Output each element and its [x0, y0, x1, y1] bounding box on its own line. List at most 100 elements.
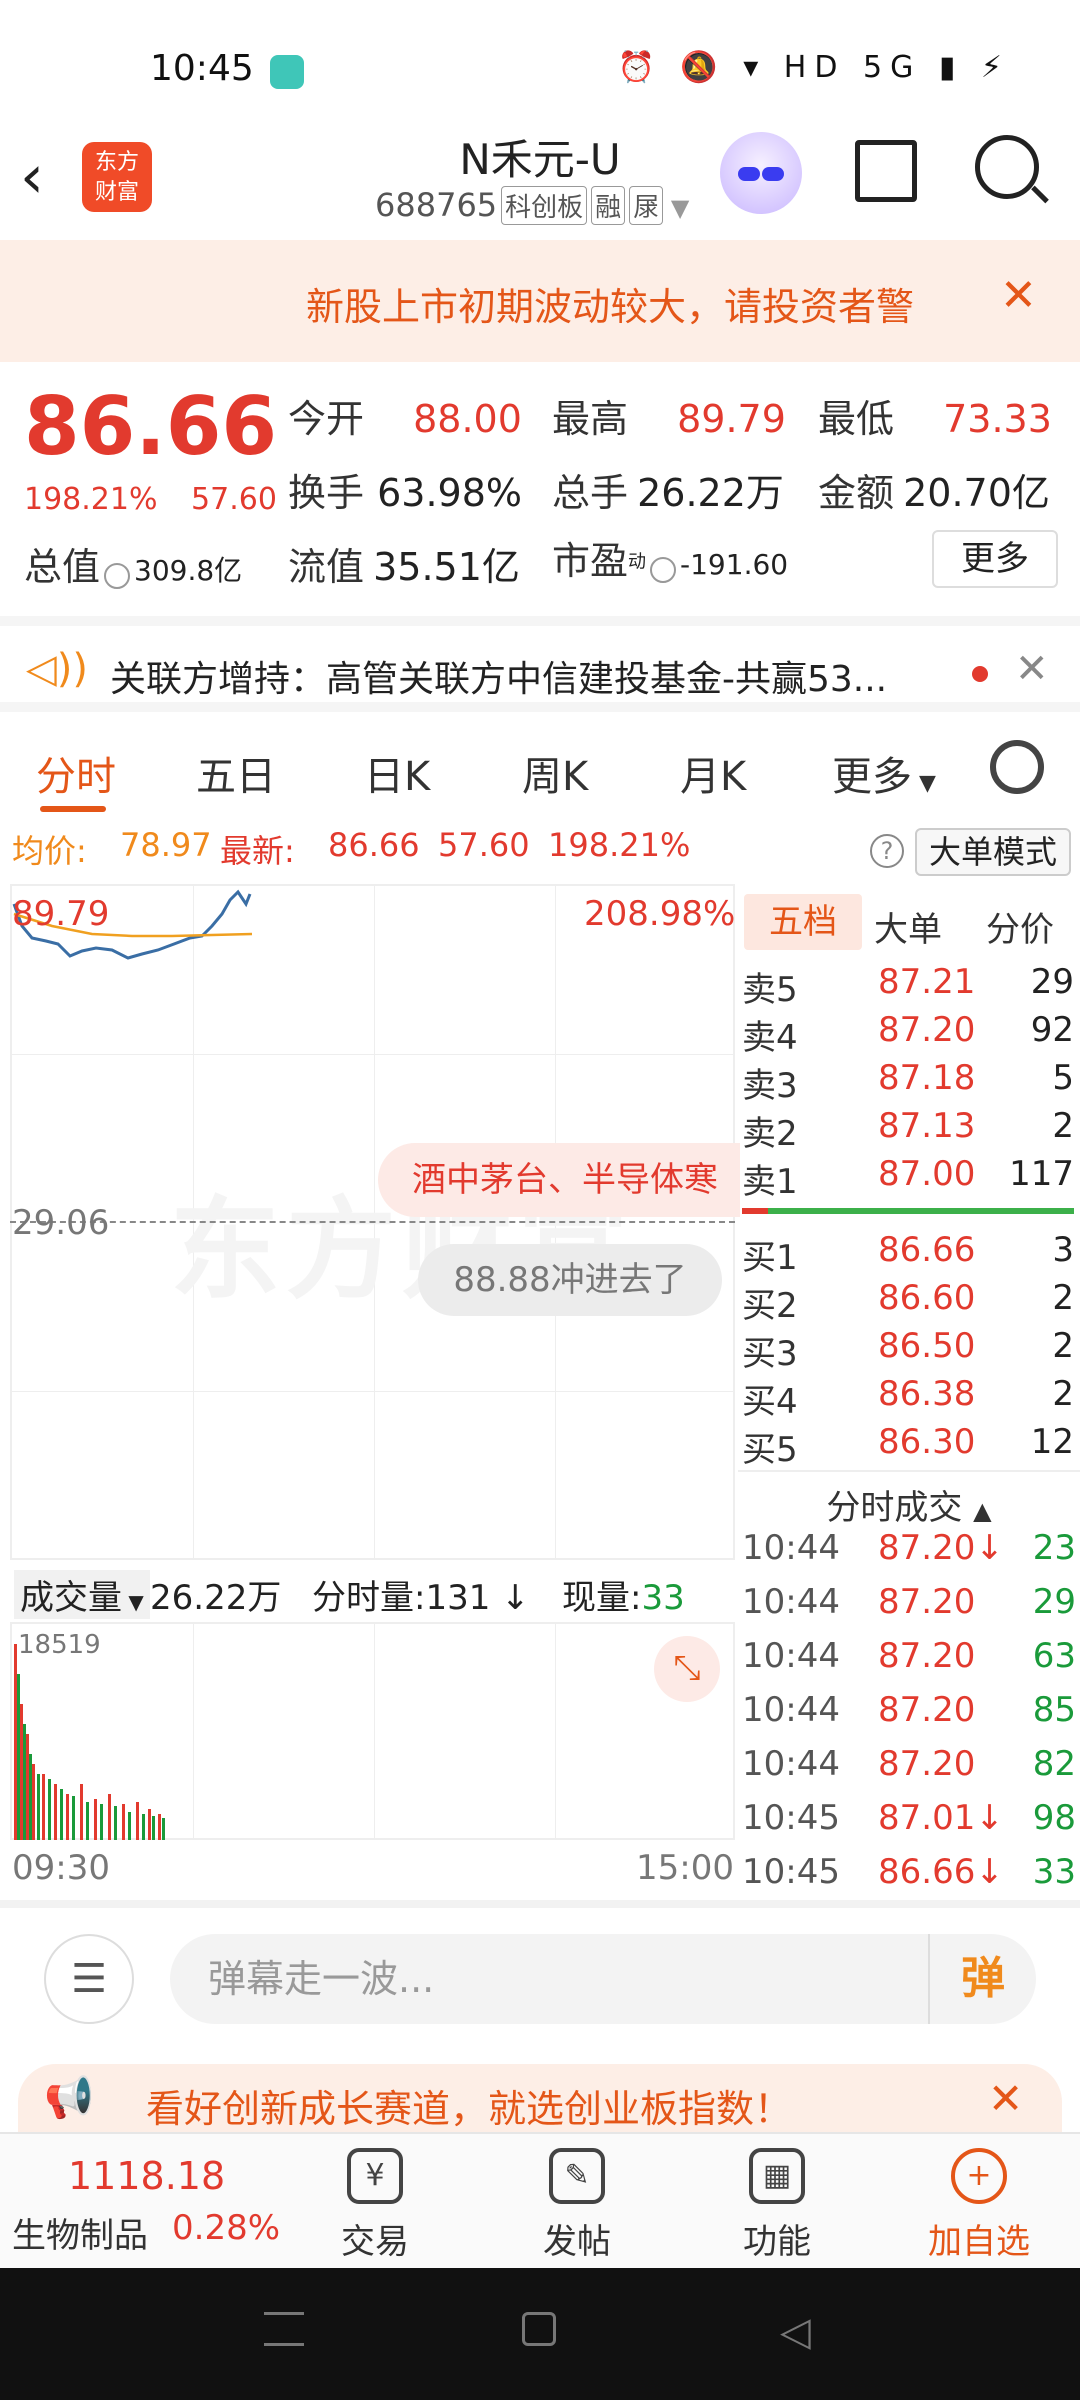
chart-high-label: 89.79: [12, 894, 110, 934]
stock-code: 688765: [375, 186, 498, 224]
bid-row[interactable]: 买1 86.66 3: [742, 1230, 1074, 1278]
current-price: 86.66: [24, 380, 278, 473]
ask-row[interactable]: 卖5 87.21 29: [742, 962, 1074, 1010]
info-icon[interactable]: [104, 562, 131, 589]
time-end-label: 15:00: [636, 1848, 734, 1888]
plus-icon: +: [951, 2148, 1007, 2204]
ask-row[interactable]: 卖4 87.20 92: [742, 1010, 1074, 1058]
trade-row: 10:44 87.20↓ 23: [742, 1528, 1076, 1568]
bid-ask-ratio-bar: [742, 1208, 1074, 1214]
stock-code-row[interactable]: 688765 科创板融㞗 ▼: [375, 186, 689, 225]
nav-trade[interactable]: ¥ 交易: [310, 2134, 440, 2263]
bid-row[interactable]: 买2 86.60 2: [742, 1278, 1074, 1326]
close-icon[interactable]: ✕: [988, 2074, 1023, 2123]
tab-5day[interactable]: 五日: [196, 744, 276, 802]
help-icon[interactable]: ?: [870, 834, 904, 868]
chart-tabs: 分时 五日 日K 周K 月K 更多 ▼: [0, 722, 1080, 812]
sector-index-value[interactable]: 1118.18: [68, 2154, 225, 2198]
change-pct: 198.21%: [24, 482, 158, 517]
ask-row[interactable]: 卖2 87.13 2: [742, 1106, 1074, 1154]
share-icon[interactable]: [855, 140, 917, 202]
promo-banner[interactable]: 📢 看好创新成长赛道，就选创业板指数！ ✕: [18, 2064, 1062, 2140]
float-cap-field: 流值 35.51亿: [288, 545, 520, 589]
sector-change-pct: 0.28%: [172, 2208, 281, 2248]
chevron-down-icon: ▼: [663, 194, 690, 222]
pe-field: 市盈动 -191.60: [552, 539, 789, 583]
promo-text[interactable]: 看好创新成长赛道，就选创业板指数！: [146, 2078, 792, 2133]
news-text[interactable]: 关联方增持：高管关联方中信建投基金-共赢53...: [110, 650, 940, 702]
amount-field: 金额 20.70亿: [818, 471, 1050, 515]
last-price: 86.66: [328, 826, 420, 864]
trades-title[interactable]: 分时成交 ▲: [738, 1470, 1080, 1529]
big-order-mode-button[interactable]: 大单模式: [915, 828, 1071, 876]
robot-assistant-icon[interactable]: [720, 132, 802, 214]
search-icon[interactable]: [975, 135, 1039, 199]
low-value: 73.33: [943, 397, 1052, 441]
turnover-value: 63.98%: [377, 471, 523, 515]
menu-icon[interactable]: [264, 2312, 304, 2346]
close-icon[interactable]: ✕: [1015, 646, 1049, 692]
tab-intraday[interactable]: 分时: [36, 744, 116, 802]
status-icons: ⏰ 🔕 ▾ HD 5G ▮ ⚡: [617, 50, 1010, 85]
tab-more[interactable]: 更多 ▼: [832, 744, 936, 802]
high-field: 最高 89.79: [552, 397, 786, 441]
tab-five-levels[interactable]: 五档: [744, 894, 862, 950]
news-bubble[interactable]: 酒中茅台、半导体寒: [378, 1143, 740, 1217]
volume-max-label: 18519: [18, 1630, 101, 1660]
current-volume: 现量:33: [562, 1578, 685, 1618]
tag-board: 科创板: [501, 186, 588, 225]
notice-text: 新股上市初期波动较大，请投资者警: [306, 285, 915, 329]
grid-icon: ▦: [749, 2148, 805, 2204]
prev-close-line: [10, 1221, 735, 1223]
market-cap-field: 总值 309.8亿: [24, 545, 243, 589]
volume-chart[interactable]: [10, 1622, 735, 1840]
open-value: 88.00: [413, 397, 522, 441]
volume-bars: [14, 1644, 165, 1840]
tab-big-orders[interactable]: 大单: [874, 902, 942, 951]
more-button[interactable]: 更多: [932, 530, 1058, 588]
bottom-nav: 1118.18 生物制品 0.28% ¥ 交易 ✎ 发帖 ▦ 功能 + 加自选: [0, 2132, 1080, 2268]
trade-row: 10:44 87.20 85: [742, 1690, 1076, 1730]
nav-add-watchlist[interactable]: + 加自选: [914, 2134, 1044, 2263]
chart-high-pct: 208.98%: [584, 894, 736, 934]
active-tab-indicator: [40, 806, 106, 812]
per-minute-volume: 分时量:131 ↓: [312, 1578, 530, 1618]
ask-row[interactable]: 卖3 87.18 5: [742, 1058, 1074, 1106]
low-field: 最低 73.33: [818, 397, 1052, 441]
change-value: 57.60: [191, 482, 277, 517]
bid-row[interactable]: 买4 86.38 2: [742, 1374, 1074, 1422]
open-field: 今开 88.00: [288, 397, 522, 441]
status-time: 10:45: [150, 48, 254, 89]
tab-daily-k[interactable]: 日K: [364, 744, 430, 802]
tab-weekly-k[interactable]: 周K: [522, 744, 588, 802]
megaphone-icon: 📢: [44, 2075, 94, 2121]
ask-row[interactable]: 卖1 87.00 117: [742, 1154, 1074, 1202]
stock-name[interactable]: N禾元-U: [0, 126, 1080, 187]
bid-row[interactable]: 买5 86.30 12: [742, 1422, 1074, 1470]
back-nav-icon[interactable]: ◁: [780, 2312, 820, 2352]
danmaku-toggle-button[interactable]: 弹: [928, 1934, 1036, 2024]
news-ticker[interactable]: ◁)) 关联方增持：高管关联方中信建投基金-共赢53... ✕: [0, 616, 1080, 712]
info-icon[interactable]: [650, 556, 677, 583]
speaker-icon: ◁)): [26, 646, 88, 692]
volume-selector[interactable]: 成交量 ▼: [14, 1570, 150, 1619]
gear-icon[interactable]: [990, 740, 1044, 794]
tab-monthly-k[interactable]: 月K: [680, 744, 746, 802]
trade-row: 10:44 87.20 63: [742, 1636, 1076, 1676]
nav-post[interactable]: ✎ 发帖: [512, 2134, 642, 2263]
tag-extra: 㞗: [629, 186, 664, 225]
trade-icon: ¥: [347, 2148, 403, 2204]
close-icon[interactable]: ✕: [1000, 270, 1037, 321]
last-change-pct: 198.21%: [548, 826, 691, 864]
tab-price-dist[interactable]: 分价: [986, 902, 1054, 951]
sector-name[interactable]: 生物制品: [12, 2208, 148, 2257]
header: ‹ 东方 财富 N禾元-U 688765 科创板融㞗 ▼: [0, 120, 1080, 240]
danmaku-settings-icon[interactable]: ☰: [44, 1934, 134, 2024]
danmaku-bubble[interactable]: 88.88冲进去了: [418, 1244, 722, 1316]
home-icon[interactable]: [522, 2312, 556, 2346]
trade-row: 10:44 87.20 82: [742, 1744, 1076, 1784]
danmaku-input[interactable]: 弹幕走一波...: [170, 1934, 1036, 2024]
nav-functions[interactable]: ▦ 功能: [712, 2134, 842, 2263]
expand-icon[interactable]: ⤡: [654, 1636, 720, 1702]
bid-row[interactable]: 买3 86.50 2: [742, 1326, 1074, 1374]
